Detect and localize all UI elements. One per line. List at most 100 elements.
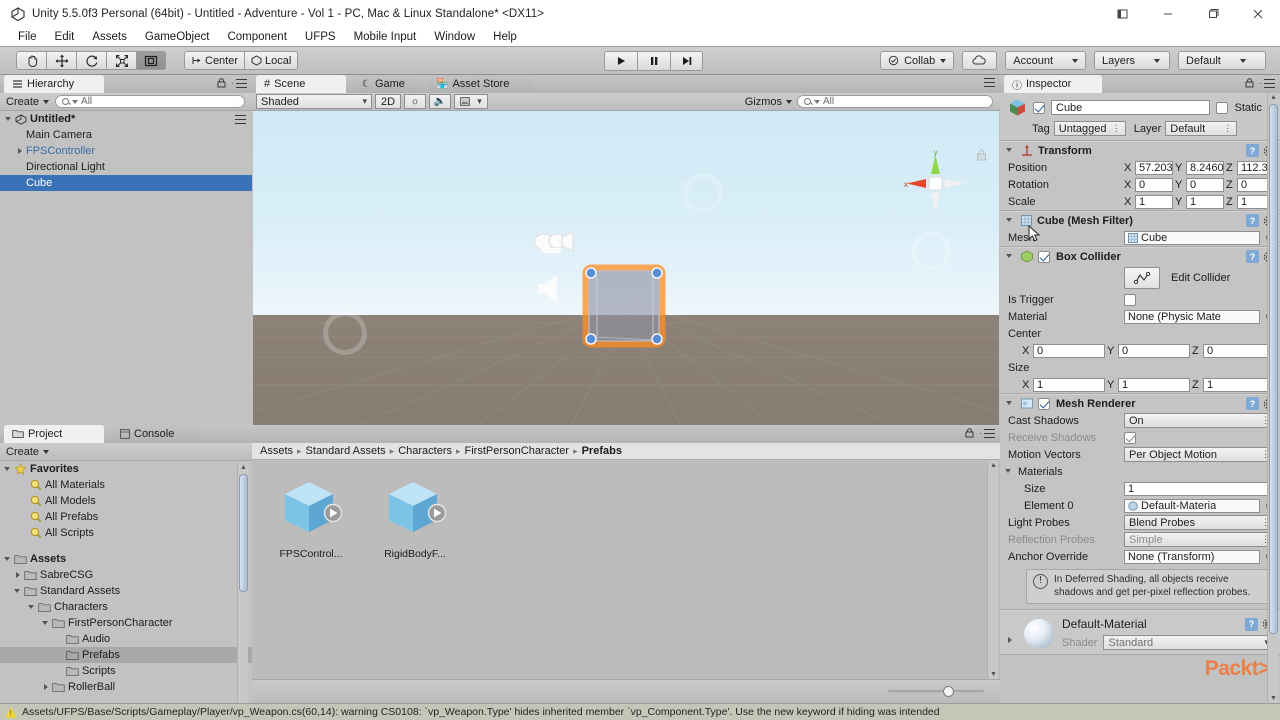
collab-button[interactable]: Collab (880, 51, 955, 70)
project-tree-rollerball[interactable]: RollerBall (0, 679, 252, 695)
scroll-down-arrow-icon[interactable]: ▼ (989, 671, 998, 678)
menu-item-gameobject[interactable]: GameObject (136, 31, 219, 43)
help-icon[interactable]: ? (1245, 617, 1258, 631)
center-x-field[interactable]: 0 (1033, 343, 1105, 358)
tab-project[interactable]: Project (4, 425, 104, 443)
project-tree-standard-assets[interactable]: Standard Assets (0, 583, 252, 599)
chevron-down-icon[interactable] (1006, 216, 1015, 225)
center-z-field[interactable]: 0 (1203, 343, 1275, 358)
chevron-down-icon[interactable] (1006, 252, 1015, 261)
motion-vectors-dropdown[interactable]: Per Object Motion ⋮ (1124, 447, 1275, 462)
chevron-right-icon[interactable] (1006, 636, 1015, 645)
tab-asset-store[interactable]: 🏪 Asset Store (428, 75, 532, 93)
lighting-toggle[interactable]: ☼ (404, 94, 426, 109)
scale-y-field[interactable]: 1 (1186, 194, 1224, 209)
project-create-button[interactable]: Create (6, 446, 50, 458)
project-tree-prefabs[interactable]: Prefabs (0, 647, 252, 663)
toggle-2d-button[interactable]: 2D (375, 94, 401, 109)
materials-foldout-row[interactable]: Materials (1000, 463, 1280, 480)
project-tree-assets[interactable]: Assets (0, 551, 252, 567)
tab-scene[interactable]: # Scene (256, 75, 346, 93)
menu-item-window[interactable]: Window (425, 31, 484, 43)
asset-item-fpscontroller[interactable]: FPSControl... (266, 477, 356, 679)
layout-dropdown[interactable]: Default (1178, 51, 1266, 70)
project-tree-sabrecsg[interactable]: SabreCSG (0, 567, 252, 583)
pivot-toggle-button[interactable]: Center (184, 51, 245, 70)
scale-tool[interactable] (106, 51, 136, 70)
menu-item-edit[interactable]: Edit (46, 31, 84, 43)
chevron-down-icon[interactable] (42, 619, 51, 628)
rotation-y-field[interactable]: 0 (1186, 177, 1224, 192)
panel-menu-icon[interactable] (236, 78, 247, 88)
cast-shadows-dropdown[interactable]: On ⋮ (1124, 413, 1275, 428)
breadcrumb-item[interactable]: Characters (398, 445, 452, 457)
scene-menu-icon[interactable] (235, 114, 246, 124)
mesh-object-field[interactable]: Cube (1124, 230, 1260, 245)
is-trigger-checkbox[interactable] (1124, 293, 1136, 306)
panel-menu-icon[interactable] (984, 78, 995, 87)
audio-toggle[interactable]: 🔈 (429, 94, 451, 109)
account-button[interactable]: Account (1005, 51, 1086, 70)
scroll-up-arrow-icon[interactable]: ▲ (989, 462, 998, 469)
center-y-field[interactable]: 0 (1118, 343, 1190, 358)
asset-grid-scrollbar[interactable]: ▲ ▼ (987, 461, 998, 679)
panel-menu-icon[interactable] (984, 428, 995, 438)
menu-item-ufps[interactable]: UFPS (296, 31, 345, 43)
chevron-right-icon[interactable] (42, 683, 51, 692)
hierarchy-item-directional-light[interactable]: Directional Light (0, 159, 252, 175)
size-x-field[interactable]: 1 (1033, 377, 1105, 392)
chevron-down-icon[interactable] (14, 587, 23, 596)
hierarchy-item-fpscontroller[interactable]: FPSController (0, 143, 252, 159)
maximize-button[interactable] (1190, 0, 1235, 27)
pause-button[interactable] (637, 50, 670, 71)
chevron-down-icon[interactable] (4, 555, 13, 564)
menu-item-assets[interactable]: Assets (83, 31, 136, 43)
project-tree-audio[interactable]: Audio (0, 631, 252, 647)
project-tree-scrollbar[interactable]: ▲ ▼ (237, 463, 248, 703)
hierarchy-panel-menu[interactable]: · (217, 78, 247, 88)
rect-transform-tool[interactable] (136, 51, 166, 70)
restore-down-button[interactable] (1100, 0, 1145, 27)
hierarchy-create-button[interactable]: Create (6, 96, 50, 108)
space-toggle-button[interactable]: Local (244, 51, 299, 70)
size-y-field[interactable]: 1 (1118, 377, 1190, 392)
component-mesh-renderer-header[interactable]: Mesh Renderer ? (1000, 395, 1280, 412)
rotation-x-field[interactable]: 0 (1135, 177, 1173, 192)
asset-zoom-slider[interactable] (888, 686, 984, 698)
project-favorite-all-models[interactable]: All Models (0, 493, 252, 509)
component-mesh-filter-header[interactable]: Cube (Mesh Filter) ? (1000, 212, 1280, 229)
project-tree-scripts[interactable]: Scripts (0, 663, 252, 679)
component-box-collider-header[interactable]: Box Collider ? (1000, 248, 1280, 265)
inspector-panel-menu[interactable]: · (1245, 78, 1275, 88)
menu-item-file[interactable]: File (9, 31, 46, 43)
project-favorite-all-scripts[interactable]: All Scripts (0, 525, 252, 541)
layer-dropdown[interactable]: Default ⋮ (1165, 121, 1238, 136)
help-icon[interactable]: ? (1246, 250, 1259, 263)
position-y-field[interactable]: 8.2460 (1186, 160, 1224, 175)
scroll-up-arrow-icon[interactable]: ▲ (1269, 94, 1278, 101)
cloud-button[interactable] (962, 51, 998, 70)
chevron-right-icon[interactable] (16, 147, 25, 156)
scroll-down-arrow-icon[interactable]: ▼ (1269, 695, 1278, 702)
minimize-button[interactable] (1145, 0, 1190, 27)
tab-game[interactable]: ☾ Game (354, 75, 422, 93)
close-button[interactable] (1235, 0, 1280, 27)
tab-inspector[interactable]: ⓘ Inspector (1004, 75, 1102, 93)
object-name-field[interactable]: Cube (1051, 100, 1211, 115)
panel-menu-icon[interactable] (1264, 78, 1275, 88)
hand-tool[interactable] (16, 51, 46, 70)
chevron-down-icon[interactable] (28, 603, 37, 612)
scale-x-field[interactable]: 1 (1135, 194, 1173, 209)
hierarchy-item-cube[interactable]: Cube (0, 175, 252, 191)
help-icon[interactable]: ? (1246, 214, 1259, 227)
mesh-renderer-enabled-checkbox[interactable] (1038, 397, 1050, 410)
project-tree-firstpersoncharacter[interactable]: FirstPersonCharacter (0, 615, 252, 631)
help-icon[interactable]: ? (1246, 397, 1259, 410)
tag-dropdown[interactable]: Untagged ⋮ (1053, 121, 1126, 136)
hierarchy-search-input[interactable]: All (55, 95, 245, 108)
rotate-tool[interactable] (76, 51, 106, 70)
project-panel-menu[interactable]: · (965, 428, 995, 438)
scroll-up-arrow-icon[interactable]: ▲ (239, 464, 248, 471)
chevron-down-icon[interactable] (5, 115, 14, 124)
step-button[interactable] (670, 50, 703, 71)
